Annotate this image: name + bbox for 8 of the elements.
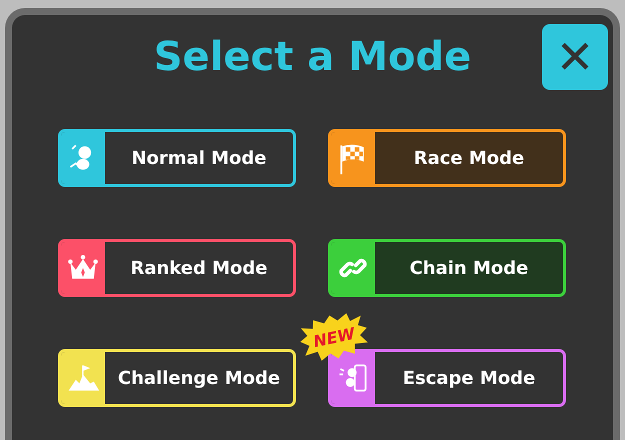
mode-button[interactable]: Race Mode — [328, 129, 566, 187]
mode-button[interactable]: Ranked Mode — [58, 239, 296, 297]
dialog-title: Select a Mode — [154, 34, 472, 80]
mode-button[interactable]: Normal Mode — [58, 129, 296, 187]
close-button[interactable]: ✕ — [542, 24, 608, 90]
mode-button[interactable]: Challenge Mode — [58, 349, 296, 407]
mode-button[interactable]: Escape Mode — [328, 349, 566, 407]
mode-button[interactable]: Chain Mode — [328, 239, 566, 297]
